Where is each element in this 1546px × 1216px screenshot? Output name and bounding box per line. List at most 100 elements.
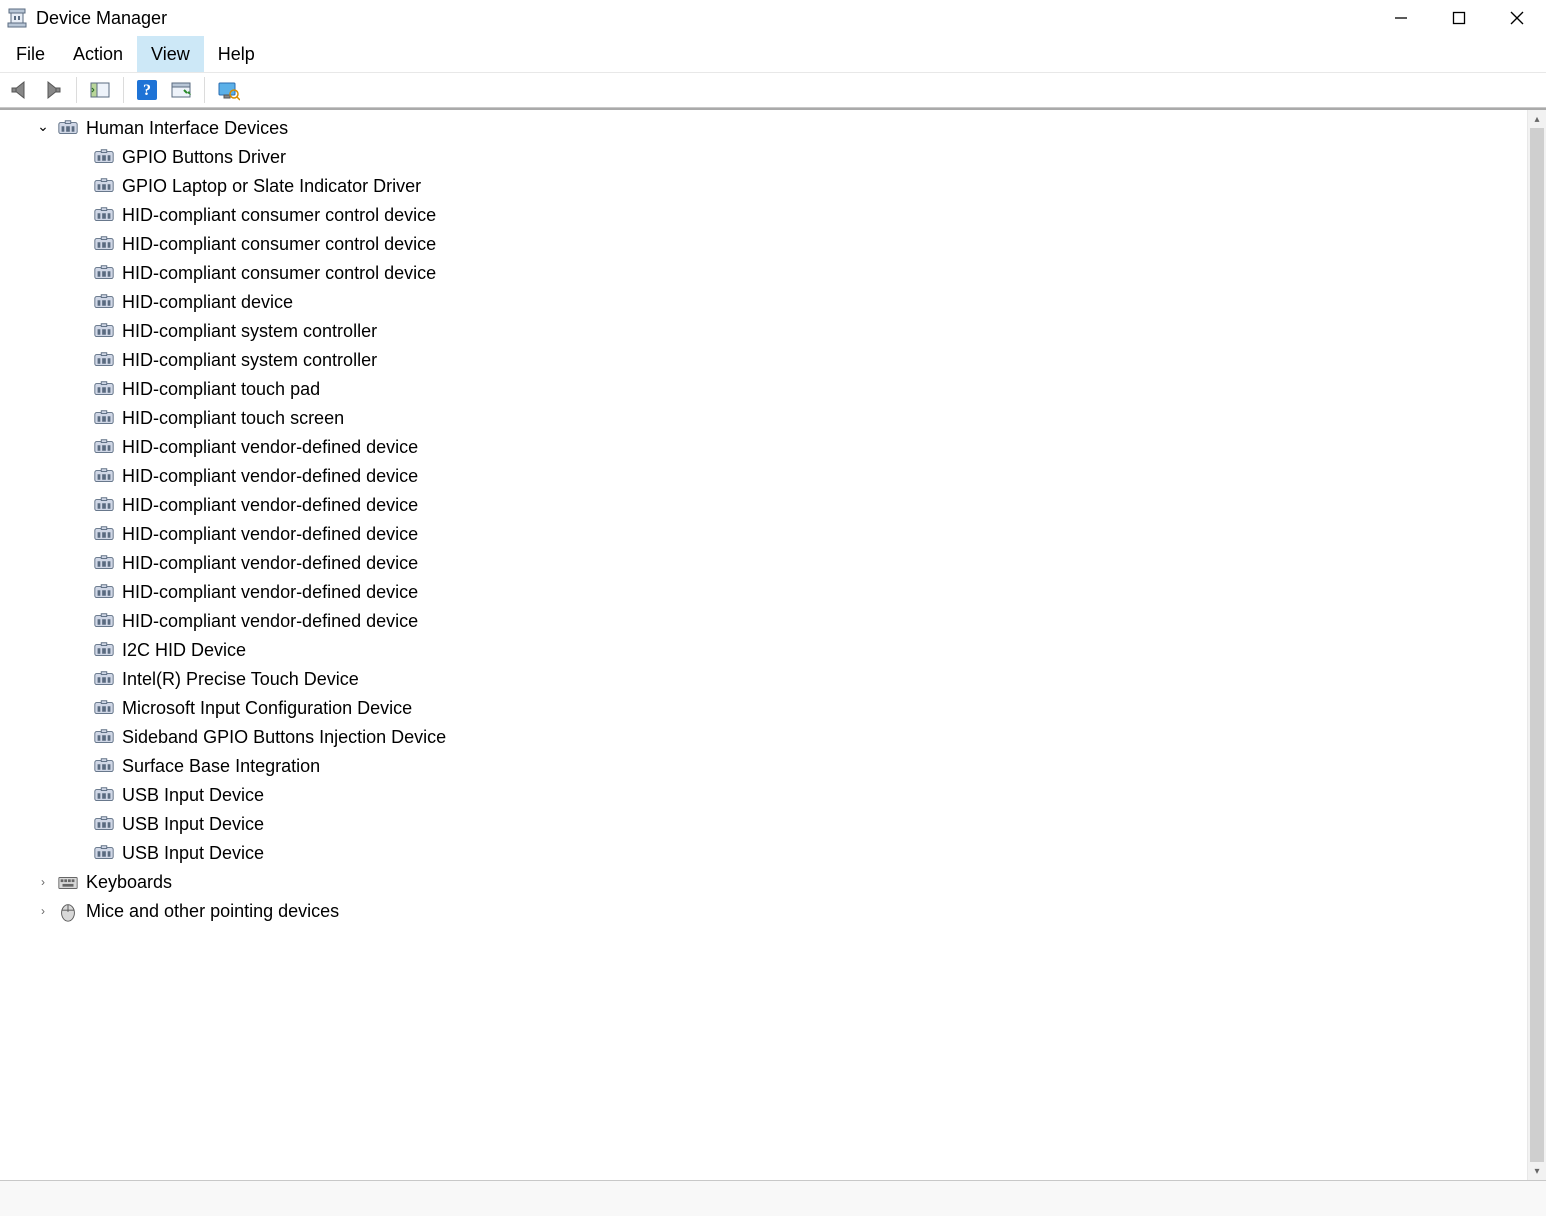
device-node[interactable]: HID-compliant device: [92, 288, 1527, 317]
device-node[interactable]: HID-compliant system controller: [92, 317, 1527, 346]
toolbar-separator: [123, 77, 124, 103]
device-label: HID-compliant vendor-defined device: [122, 520, 418, 549]
device-node[interactable]: HID-compliant consumer control device: [92, 201, 1527, 230]
close-button[interactable]: [1488, 0, 1546, 36]
device-node[interactable]: HID-compliant consumer control device: [92, 259, 1527, 288]
device-icon: [92, 379, 116, 401]
menu-file[interactable]: File: [2, 36, 59, 72]
device-label: GPIO Buttons Driver: [122, 143, 286, 172]
title-bar: Device Manager: [0, 0, 1546, 36]
device-node[interactable]: Intel(R) Precise Touch Device: [92, 665, 1527, 694]
category-label: Human Interface Devices: [86, 114, 288, 143]
device-label: USB Input Device: [122, 810, 264, 839]
device-node[interactable]: HID-compliant vendor-defined device: [92, 520, 1527, 549]
menu-help[interactable]: Help: [204, 36, 269, 72]
device-icon: [92, 814, 116, 836]
device-icon: [92, 582, 116, 604]
device-label: Intel(R) Precise Touch Device: [122, 665, 359, 694]
help-icon: [135, 78, 159, 102]
device-label: HID-compliant consumer control device: [122, 230, 436, 259]
show-hide-console-icon: [88, 78, 112, 102]
device-icon: [92, 205, 116, 227]
device-icon: [92, 698, 116, 720]
menu-bar: FileActionViewHelp: [0, 36, 1546, 73]
device-label: HID-compliant vendor-defined device: [122, 491, 418, 520]
device-node[interactable]: USB Input Device: [92, 839, 1527, 868]
toolbar-separator: [204, 77, 205, 103]
device-node[interactable]: HID-compliant touch screen: [92, 404, 1527, 433]
device-node[interactable]: Surface Base Integration: [92, 752, 1527, 781]
device-node[interactable]: HID-compliant vendor-defined device: [92, 433, 1527, 462]
device-node[interactable]: GPIO Buttons Driver: [92, 143, 1527, 172]
device-icon: [92, 263, 116, 285]
device-node[interactable]: HID-compliant vendor-defined device: [92, 607, 1527, 636]
mouse-category-icon: [56, 901, 80, 923]
nav-forward-button[interactable]: [38, 75, 68, 105]
device-icon: [92, 669, 116, 691]
device-node[interactable]: GPIO Laptop or Slate Indicator Driver: [92, 172, 1527, 201]
toolbar: [0, 73, 1546, 108]
device-label: HID-compliant touch pad: [122, 375, 320, 404]
window-controls: [1372, 0, 1546, 36]
vertical-scrollbar[interactable]: ▴ ▾: [1527, 110, 1546, 1180]
maximize-button[interactable]: [1430, 0, 1488, 36]
device-label: HID-compliant vendor-defined device: [122, 433, 418, 462]
minimize-button[interactable]: [1372, 0, 1430, 36]
device-icon: [92, 611, 116, 633]
device-node[interactable]: HID-compliant system controller: [92, 346, 1527, 375]
device-icon: [92, 147, 116, 169]
device-icon: [92, 495, 116, 517]
device-label: HID-compliant system controller: [122, 346, 377, 375]
help-button[interactable]: [132, 75, 162, 105]
scan-hardware-button[interactable]: [213, 75, 243, 105]
device-label: GPIO Laptop or Slate Indicator Driver: [122, 172, 421, 201]
device-node[interactable]: USB Input Device: [92, 781, 1527, 810]
device-label: HID-compliant consumer control device: [122, 259, 436, 288]
device-label: Surface Base Integration: [122, 752, 320, 781]
device-icon: [92, 785, 116, 807]
collapse-arrow-icon[interactable]: ⌄: [36, 112, 50, 141]
device-tree[interactable]: ⌄ Human Interface DevicesGPIO Buttons Dri…: [0, 110, 1527, 1180]
expand-arrow-icon[interactable]: ›: [36, 897, 50, 926]
device-node[interactable]: Sideband GPIO Buttons Injection Device: [92, 723, 1527, 752]
properties-button[interactable]: [166, 75, 196, 105]
device-label: HID-compliant device: [122, 288, 293, 317]
category-node[interactable]: ⌄ Human Interface Devices: [36, 114, 1527, 143]
scan-hardware-icon: [216, 78, 240, 102]
hid-category-icon: [56, 118, 80, 140]
device-label: USB Input Device: [122, 839, 264, 868]
scroll-thumb[interactable]: [1530, 128, 1544, 1162]
device-icon: [92, 843, 116, 865]
nav-back-button[interactable]: [4, 75, 34, 105]
device-node[interactable]: HID-compliant touch pad: [92, 375, 1527, 404]
category-node[interactable]: › Keyboards: [36, 868, 1527, 897]
device-icon: [92, 727, 116, 749]
device-icon: [92, 437, 116, 459]
device-node[interactable]: HID-compliant vendor-defined device: [92, 491, 1527, 520]
device-node[interactable]: HID-compliant consumer control device: [92, 230, 1527, 259]
category-label: Keyboards: [86, 868, 172, 897]
device-icon: [92, 321, 116, 343]
device-label: HID-compliant vendor-defined device: [122, 462, 418, 491]
device-node[interactable]: HID-compliant vendor-defined device: [92, 549, 1527, 578]
device-node[interactable]: I2C HID Device: [92, 636, 1527, 665]
keyboard-category-icon: [56, 872, 80, 894]
scroll-down-button[interactable]: ▾: [1528, 1162, 1546, 1180]
device-icon: [92, 408, 116, 430]
device-node[interactable]: HID-compliant vendor-defined device: [92, 462, 1527, 491]
show-hide-console-button[interactable]: [85, 75, 115, 105]
device-node[interactable]: HID-compliant vendor-defined device: [92, 578, 1527, 607]
category-node[interactable]: ›Mice and other pointing devices: [36, 897, 1527, 926]
status-bar: [0, 1181, 1546, 1216]
device-node[interactable]: USB Input Device: [92, 810, 1527, 839]
menu-view[interactable]: View: [137, 36, 204, 72]
menu-action[interactable]: Action: [59, 36, 137, 72]
scroll-up-button[interactable]: ▴: [1528, 110, 1546, 128]
device-label: HID-compliant vendor-defined device: [122, 549, 418, 578]
expand-arrow-icon[interactable]: ›: [36, 868, 50, 897]
device-node[interactable]: Microsoft Input Configuration Device: [92, 694, 1527, 723]
nav-forward-icon: [41, 78, 65, 102]
device-icon: [92, 234, 116, 256]
device-label: USB Input Device: [122, 781, 264, 810]
device-icon: [92, 350, 116, 372]
